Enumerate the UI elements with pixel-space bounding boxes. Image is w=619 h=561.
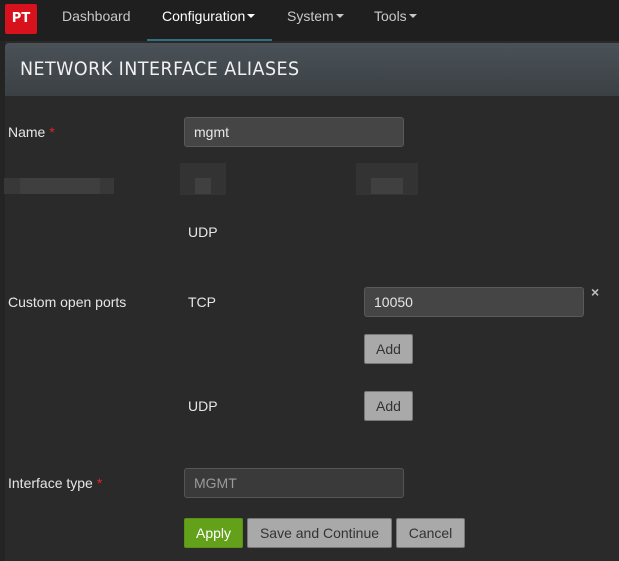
name-label-text: Name <box>8 124 46 140</box>
tcp-label: TCP <box>188 294 216 310</box>
caret-down-icon <box>408 14 417 19</box>
cancel-button[interactable]: Cancel <box>396 518 465 548</box>
active-nav-indicator <box>147 39 272 41</box>
interface-type-field <box>184 468 404 498</box>
nav-system[interactable]: System <box>287 0 344 41</box>
name-input[interactable] <box>184 117 404 147</box>
interface-type-label-text: Interface type <box>8 475 93 491</box>
obscured-region <box>195 178 211 194</box>
udp-label-top: UDP <box>188 224 218 240</box>
udp-label: UDP <box>188 398 218 414</box>
name-label: Name * <box>8 124 55 140</box>
nav-dashboard-label: Dashboard <box>62 8 131 24</box>
nav-tools-label: Tools <box>374 8 407 24</box>
panel-header: NETWORK INTERFACE ALIASES <box>5 43 619 96</box>
obscured-region <box>371 178 403 194</box>
caret-down-icon <box>335 14 344 19</box>
brand-logo[interactable]: PT <box>5 4 37 34</box>
page-title: NETWORK INTERFACE ALIASES <box>20 58 300 80</box>
required-marker: * <box>96 475 103 491</box>
obscured-region <box>20 178 100 194</box>
interface-type-label: Interface type * <box>8 475 102 491</box>
save-and-continue-button[interactable]: Save and Continue <box>247 518 392 548</box>
nav-configuration-label: Configuration <box>162 8 246 24</box>
nav-tools[interactable]: Tools <box>374 0 417 41</box>
custom-ports-label: Custom open ports <box>8 294 127 310</box>
udp-add-button[interactable]: Add <box>364 391 413 421</box>
caret-down-icon <box>247 14 256 19</box>
apply-button[interactable]: Apply <box>184 518 243 548</box>
top-navbar: PT Dashboard Configuration System Tools <box>0 0 619 41</box>
remove-port-icon[interactable]: × <box>591 284 599 300</box>
nav-configuration[interactable]: Configuration <box>162 0 256 41</box>
tcp-port-input[interactable] <box>364 287 584 317</box>
nav-system-label: System <box>287 8 334 24</box>
required-marker: * <box>49 124 55 140</box>
nav-dashboard[interactable]: Dashboard <box>62 0 131 41</box>
tcp-add-button[interactable]: Add <box>364 334 413 364</box>
